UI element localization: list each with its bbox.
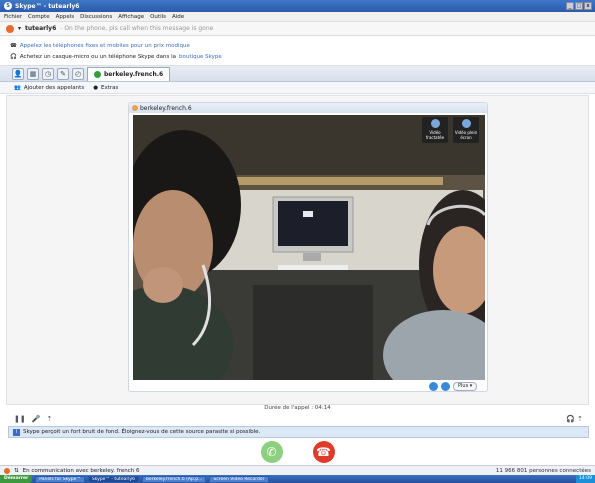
info-icon: i xyxy=(13,428,20,436)
phone-answer-icon: ✆ xyxy=(266,445,277,459)
snapshot-icon[interactable] xyxy=(441,382,450,391)
promo-panel: ☎ Appelez les téléphones fixes et mobiles… xyxy=(0,36,595,66)
status-dropdown-icon[interactable]: ▾ xyxy=(18,25,21,32)
noise-notice: i Skype perçoit un fort bruit de fond. É… xyxy=(8,426,589,438)
tab-call[interactable]: berkeley.french.6 xyxy=(87,66,171,81)
fullscreen-video-icon xyxy=(461,119,471,128)
noise-notice-text: Skype perçoit un fort bruit de fond. Élo… xyxy=(23,429,261,435)
caller-avatar-icon xyxy=(132,105,138,111)
hang-up-button[interactable]: ☎ xyxy=(312,441,335,463)
network-icon[interactable]: ⇅ xyxy=(14,468,19,474)
video-footer: Plus ▾ xyxy=(429,382,478,391)
call-active-icon xyxy=(94,70,101,78)
taskbar-item[interactable]: Panels for Skype™ xyxy=(35,475,85,483)
contacts-icon[interactable]: 👤 xyxy=(12,67,24,80)
phone-icon: ☎ xyxy=(10,42,17,49)
username: tutearly6 xyxy=(25,25,57,32)
system-clock: 14:09 xyxy=(576,475,595,483)
minimize-button[interactable]: _ xyxy=(566,2,574,10)
call-controls: ❚❚ 🎤 ⇡ 🎧 ⇡ xyxy=(6,413,589,425)
answer-call-button[interactable]: ✆ xyxy=(260,441,283,463)
start-button[interactable]: Démarrer xyxy=(0,475,33,483)
menu-discussions[interactable]: Discussions xyxy=(80,14,112,20)
pause-icon[interactable]: ❚❚ xyxy=(14,415,26,423)
caller-name: berkeley.french.6 xyxy=(140,104,192,112)
add-participants-icon: 👥 xyxy=(14,84,21,91)
menu-affichage[interactable]: Affichage xyxy=(118,14,144,20)
dock-video-icon xyxy=(430,119,440,128)
menu-compte[interactable]: Compte xyxy=(28,14,50,20)
taskbar: Démarrer Panels for Skype™ Skype™ - tute… xyxy=(0,475,595,483)
taskbar-item[interactable]: Skype™ - tutearly6 xyxy=(87,475,139,483)
video-header: berkeley.french.6 xyxy=(129,103,487,113)
menu-bar: Fichier Compte Appels Discussions Affich… xyxy=(0,12,595,22)
fullscreen-video-button[interactable]: Vidéo plein écran xyxy=(453,117,479,143)
call-phones-link[interactable]: Appelez les téléphones fixes et mobiles … xyxy=(20,43,190,49)
call-status-text: En communication avec berkeley. french 6 xyxy=(22,467,140,474)
phone-hangup-icon: ☎ xyxy=(316,445,331,459)
clock-icon[interactable]: ◴ xyxy=(72,67,84,80)
volume-icon[interactable]: 🎧 ⇡ xyxy=(566,415,589,423)
status-busy-icon[interactable] xyxy=(6,24,14,33)
extras-icon: ● xyxy=(93,84,98,91)
close-button[interactable]: x xyxy=(584,2,592,10)
online-count: 11 966 801 personnes connectées xyxy=(495,467,591,474)
add-participants-button[interactable]: Ajouter des appelants xyxy=(24,85,84,91)
fullscreen-video-label: Vidéo plein écran xyxy=(454,130,478,140)
menu-fichier[interactable]: Fichier xyxy=(4,14,22,20)
maximize-button[interactable]: □ xyxy=(575,2,583,10)
tab-call-label: berkeley.french.6 xyxy=(104,70,164,78)
more-label: Plus xyxy=(458,383,469,389)
skype-logo-icon: S xyxy=(4,2,12,10)
video-image xyxy=(133,115,485,380)
taskbar-item[interactable]: Screen Video Recorder xyxy=(209,475,269,483)
menu-aide[interactable]: Aide xyxy=(172,14,184,20)
video-settings-icon[interactable] xyxy=(429,382,438,391)
taskbar-item[interactable]: berkeley.french.6 (Ap.p... xyxy=(141,475,207,483)
dock-video-button[interactable]: Vidéo fractatée xyxy=(422,117,448,143)
buy-headset-text: Achetez un casque-micro ou un téléphone … xyxy=(19,53,177,60)
call-toolbar: 👥 Ajouter des appelants ● Extras xyxy=(0,82,595,94)
extras-button[interactable]: Extras xyxy=(101,85,118,91)
call-buttons: ✆ ☎ xyxy=(0,439,595,465)
signal-icon[interactable]: ⇡ xyxy=(46,415,52,423)
video-frame: berkeley.french.6 Vidéo fractatée Vidéo … xyxy=(128,102,488,392)
title-bar: S Skype™ - tutearly6 _ □ x xyxy=(0,0,595,12)
window-title: Skype™ - tutearly6 xyxy=(15,2,80,10)
dock-video-label: Vidéo fractatée xyxy=(425,130,445,140)
call-duration: Durée de l'appel : 04:14 xyxy=(264,405,331,411)
skype-shop-link[interactable]: boutique Skype xyxy=(179,54,222,60)
more-button[interactable]: Plus ▾ xyxy=(453,382,478,391)
history-icon[interactable]: ◷ xyxy=(42,67,54,80)
video-feed: Vidéo fractatée Vidéo plein écran xyxy=(133,115,485,380)
headset-icon: 🎧 xyxy=(10,53,17,60)
menu-outils[interactable]: Outils xyxy=(150,14,166,20)
menu-appels[interactable]: Appels xyxy=(56,14,75,20)
microphone-icon[interactable]: 🎤 xyxy=(32,415,41,423)
tools-icon[interactable]: ✎ xyxy=(57,67,69,80)
status-icon[interactable] xyxy=(4,467,10,474)
bottom-status-bar: ⇅ En communication avec berkeley. french… xyxy=(0,465,595,475)
mood-message-input[interactable]: - On the phone, pls call when this messa… xyxy=(60,25,213,32)
tab-bar: 👤 ▦ ◷ ✎ ◴ berkeley.french.6 xyxy=(0,66,595,82)
dialpad-icon[interactable]: ▦ xyxy=(27,67,39,80)
status-bar: ▾ tutearly6 - On the phone, pls call whe… xyxy=(0,22,595,36)
